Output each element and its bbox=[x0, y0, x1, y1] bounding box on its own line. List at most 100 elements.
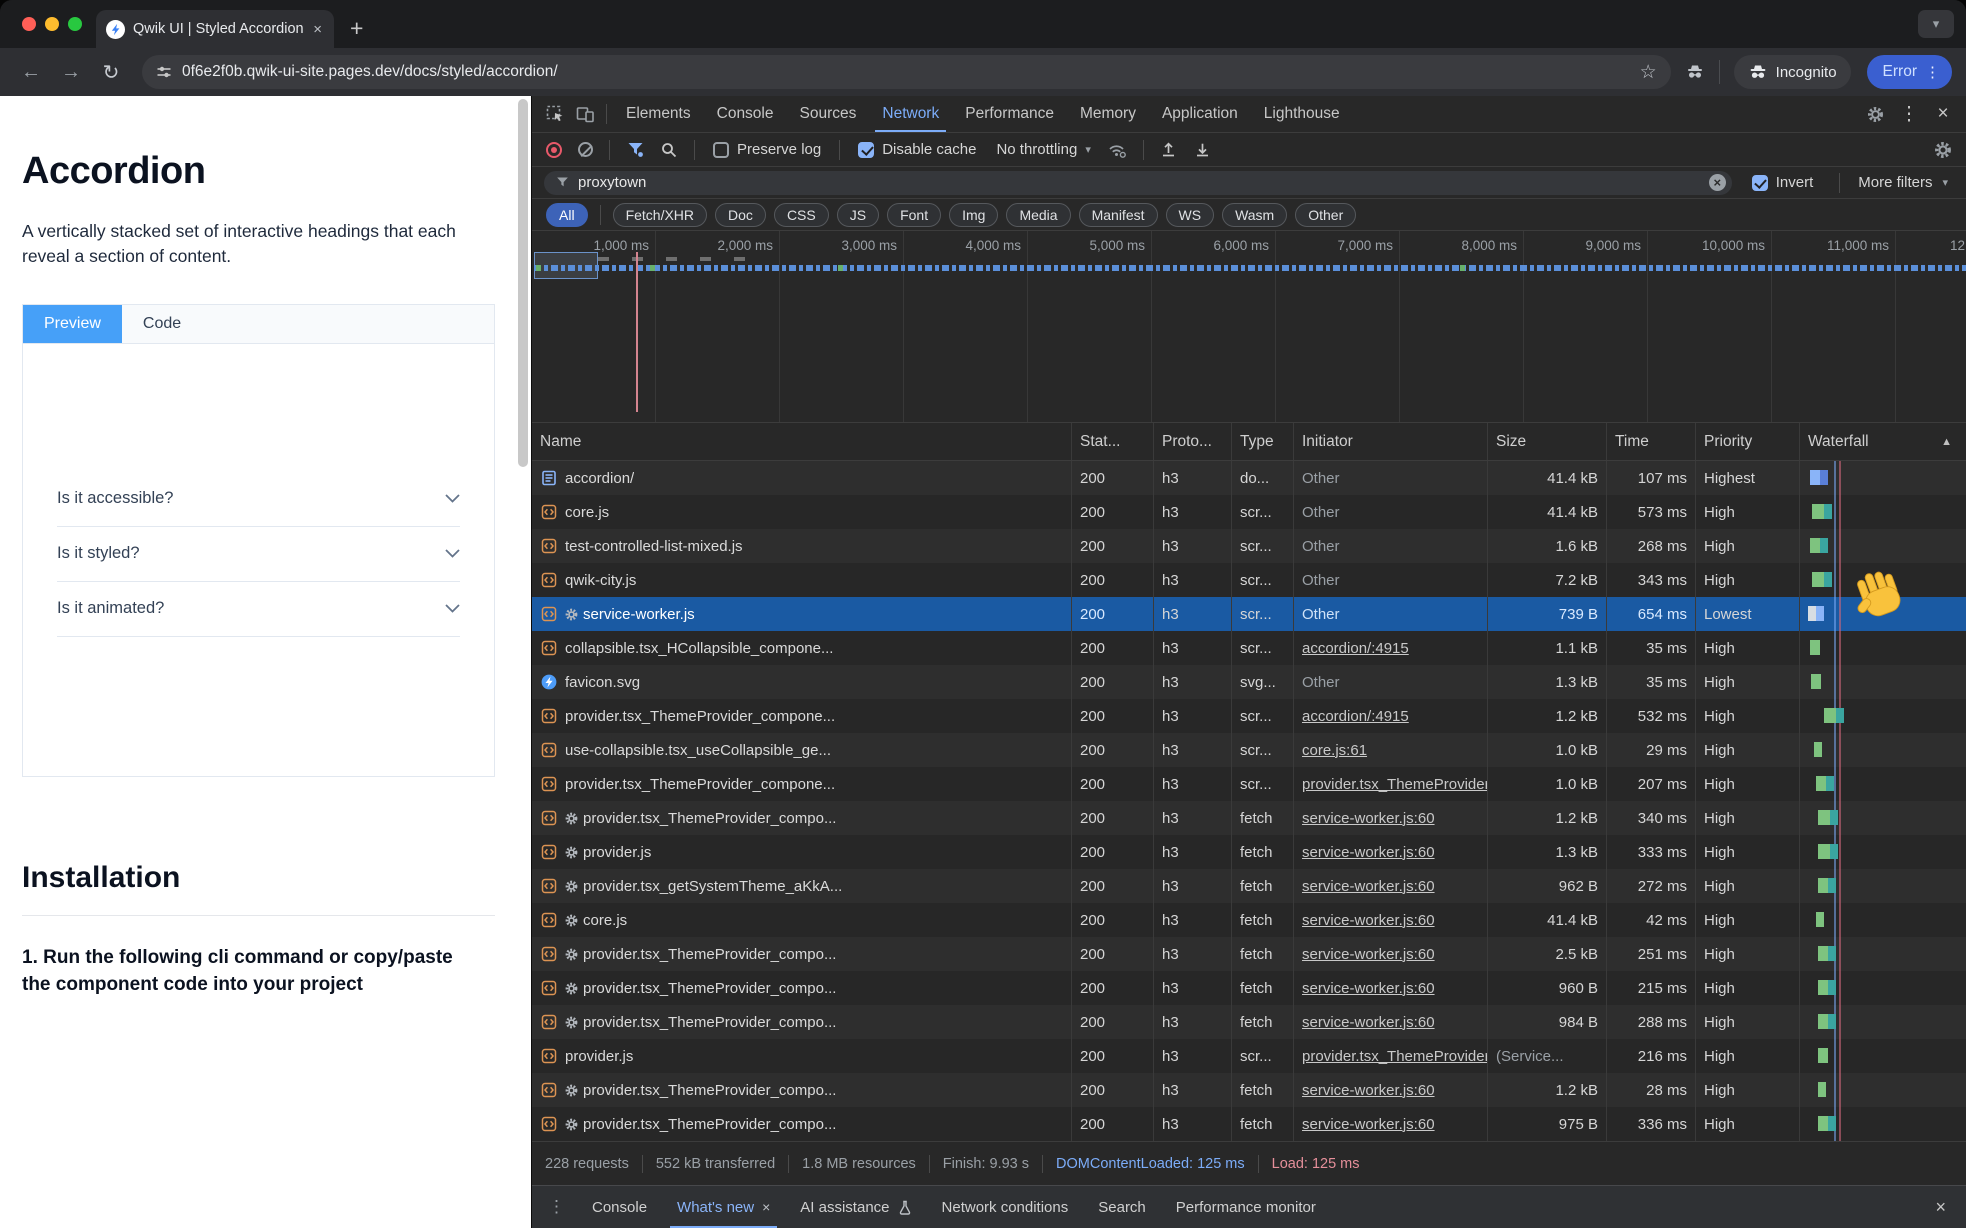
initiator-text[interactable]: Other bbox=[1302, 504, 1340, 521]
network-request-row[interactable]: provider.tsx_ThemeProvider_compo... 200 … bbox=[532, 937, 1966, 971]
initiator-text[interactable]: service-worker.js:60 bbox=[1302, 980, 1435, 997]
initiator-cell[interactable]: service-worker.js:60 bbox=[1294, 1073, 1488, 1107]
initiator-cell[interactable]: provider.tsx_ThemeProvider bbox=[1294, 767, 1488, 801]
new-tab-button[interactable]: + bbox=[350, 15, 363, 42]
initiator-cell[interactable]: Other bbox=[1294, 529, 1488, 563]
network-request-row[interactable]: provider.tsx_getSystemTheme_aKkA... 200 … bbox=[532, 869, 1966, 903]
initiator-text[interactable]: core.js:61 bbox=[1302, 742, 1367, 759]
filter-chip-fetchxhr[interactable]: Fetch/XHR bbox=[613, 203, 707, 227]
network-request-row[interactable]: qwik-city.js 200 h3 scr... Other 7.2 kB … bbox=[532, 563, 1966, 597]
filter-chip-ws[interactable]: WS bbox=[1166, 203, 1215, 227]
drawer-tab-performancemonitor[interactable]: Performance monitor bbox=[1161, 1186, 1331, 1228]
initiator-text[interactable]: service-worker.js:60 bbox=[1302, 1116, 1435, 1133]
inspect-element-icon[interactable] bbox=[540, 101, 570, 127]
initiator-cell[interactable]: service-worker.js:60 bbox=[1294, 801, 1488, 835]
throttling-dropdown[interactable]: No throttling ▾ bbox=[988, 141, 1098, 158]
initiator-cell[interactable]: service-worker.js:60 bbox=[1294, 869, 1488, 903]
filter-text[interactable]: proxytown bbox=[578, 174, 1700, 191]
record-network-log-icon[interactable] bbox=[546, 142, 562, 158]
zoom-window-button[interactable] bbox=[68, 17, 82, 31]
page-scrollbar[interactable] bbox=[518, 99, 528, 467]
devtools-tab-sources[interactable]: Sources bbox=[787, 96, 870, 132]
initiator-text[interactable]: service-worker.js:60 bbox=[1302, 844, 1435, 861]
initiator-text[interactable]: accordion/:4915 bbox=[1302, 640, 1409, 657]
bookmark-star-icon[interactable]: ☆ bbox=[1640, 61, 1657, 84]
drawer-close-icon[interactable]: × bbox=[1915, 1197, 1966, 1218]
initiator-cell[interactable]: core.js:61 bbox=[1294, 733, 1488, 767]
filter-chip-all[interactable]: All bbox=[546, 203, 588, 227]
column-header-time[interactable]: Time bbox=[1607, 423, 1696, 460]
filter-chip-manifest[interactable]: Manifest bbox=[1079, 203, 1158, 227]
network-request-row[interactable]: provider.tsx_ThemeProvider_compo... 200 … bbox=[532, 801, 1966, 835]
initiator-cell[interactable]: provider.tsx_ThemeProvider bbox=[1294, 1039, 1488, 1073]
url-bar[interactable]: 0f6e2f0b.qwik-ui-site.pages.dev/docs/sty… bbox=[142, 55, 1671, 89]
network-request-row[interactable]: provider.tsx_ThemeProvider_compone... 20… bbox=[532, 767, 1966, 801]
initiator-cell[interactable]: service-worker.js:60 bbox=[1294, 903, 1488, 937]
filter-chip-wasm[interactable]: Wasm bbox=[1222, 203, 1287, 227]
network-request-row[interactable]: provider.tsx_ThemeProvider_compone... 20… bbox=[532, 699, 1966, 733]
export-har-icon[interactable] bbox=[1188, 137, 1218, 163]
drawer-tab-networkconditions[interactable]: Network conditions bbox=[927, 1186, 1084, 1228]
filter-funnel-icon[interactable] bbox=[620, 137, 650, 163]
column-header-initiator[interactable]: Initiator bbox=[1294, 423, 1488, 460]
drawer-tab-close-icon[interactable]: × bbox=[762, 1199, 770, 1215]
initiator-cell[interactable]: Other bbox=[1294, 495, 1488, 529]
devtools-tab-performance[interactable]: Performance bbox=[952, 96, 1067, 132]
network-request-row[interactable]: collapsible.tsx_HCollapsible_compone... … bbox=[532, 631, 1966, 665]
network-request-row[interactable]: test-controlled-list-mixed.js 200 h3 scr… bbox=[532, 529, 1966, 563]
network-request-row[interactable]: provider.tsx_ThemeProvider_compo... 200 … bbox=[532, 1073, 1966, 1107]
network-conditions-icon[interactable] bbox=[1103, 137, 1133, 163]
initiator-cell[interactable]: service-worker.js:60 bbox=[1294, 835, 1488, 869]
network-request-row[interactable]: use-collapsible.tsx_useCollapsible_ge...… bbox=[532, 733, 1966, 767]
drawer-menu-icon[interactable]: ⋮ bbox=[532, 1197, 577, 1217]
profile-error-button[interactable]: Error ⋮ bbox=[1867, 55, 1952, 89]
column-header-proto[interactable]: Proto... bbox=[1154, 423, 1232, 460]
accordion-item[interactable]: Is it styled? bbox=[57, 527, 460, 582]
filter-chip-doc[interactable]: Doc bbox=[715, 203, 766, 227]
drawer-tab-console[interactable]: Console bbox=[577, 1186, 662, 1228]
initiator-text[interactable]: service-worker.js:60 bbox=[1302, 1082, 1435, 1099]
devtools-more-options-icon[interactable]: ⋮ bbox=[1894, 103, 1924, 126]
minimize-window-button[interactable] bbox=[45, 17, 59, 31]
column-header-type[interactable]: Type bbox=[1232, 423, 1294, 460]
network-request-row[interactable]: core.js 200 h3 scr... Other 41.4 kB 573 … bbox=[532, 495, 1966, 529]
filter-chip-img[interactable]: Img bbox=[949, 203, 998, 227]
devtools-tab-console[interactable]: Console bbox=[704, 96, 787, 132]
devtools-settings-gear-icon[interactable] bbox=[1860, 101, 1890, 127]
initiator-cell[interactable]: accordion/:4915 bbox=[1294, 631, 1488, 665]
network-request-row[interactable]: provider.tsx_ThemeProvider_compo... 200 … bbox=[532, 1005, 1966, 1039]
checkbox-checked[interactable] bbox=[858, 142, 874, 158]
initiator-cell[interactable]: Other bbox=[1294, 563, 1488, 597]
devtools-tab-memory[interactable]: Memory bbox=[1067, 96, 1149, 132]
device-toolbar-icon[interactable] bbox=[570, 101, 600, 127]
disable-cache-checkbox[interactable]: Disable cache bbox=[850, 141, 984, 158]
tab-close-icon[interactable]: × bbox=[311, 21, 324, 38]
invert-checkbox[interactable]: Invert bbox=[1744, 174, 1822, 191]
forward-icon[interactable]: → bbox=[54, 61, 88, 84]
initiator-cell[interactable]: Other bbox=[1294, 461, 1488, 495]
network-overview-timeline[interactable]: 1,000 ms2,000 ms3,000 ms4,000 ms5,000 ms… bbox=[532, 231, 1966, 423]
column-header-priority[interactable]: Priority bbox=[1696, 423, 1800, 460]
filter-chip-js[interactable]: JS bbox=[837, 203, 879, 227]
initiator-text[interactable]: service-worker.js:60 bbox=[1302, 912, 1435, 929]
filter-chip-css[interactable]: CSS bbox=[774, 203, 829, 227]
initiator-text[interactable]: Other bbox=[1302, 572, 1340, 589]
initiator-text[interactable]: accordion/:4915 bbox=[1302, 708, 1409, 725]
clear-filter-icon[interactable]: × bbox=[1709, 174, 1726, 191]
more-filters-dropdown[interactable]: More filters ▾ bbox=[1858, 174, 1954, 191]
reload-icon[interactable]: ↻ bbox=[94, 60, 128, 85]
network-request-row[interactable]: provider.tsx_ThemeProvider_compo... 200 … bbox=[532, 1107, 1966, 1141]
devtools-tab-lighthouse[interactable]: Lighthouse bbox=[1251, 96, 1353, 132]
filter-chip-media[interactable]: Media bbox=[1006, 203, 1070, 227]
site-settings-icon[interactable] bbox=[156, 64, 172, 80]
drawer-tab-aiassistance[interactable]: AI assistance bbox=[785, 1186, 926, 1228]
url-text[interactable]: 0f6e2f0b.qwik-ui-site.pages.dev/docs/sty… bbox=[182, 63, 1630, 81]
tab-search-chevron-button[interactable]: ▾ bbox=[1918, 10, 1954, 38]
back-icon[interactable]: ← bbox=[14, 61, 48, 84]
search-icon[interactable] bbox=[654, 137, 684, 163]
devtools-tab-application[interactable]: Application bbox=[1149, 96, 1251, 132]
error-menu-icon[interactable]: ⋮ bbox=[1925, 63, 1940, 81]
drawer-tab-search[interactable]: Search bbox=[1083, 1186, 1161, 1228]
network-request-row[interactable]: provider.js 200 h3 fetch service-worker.… bbox=[532, 835, 1966, 869]
initiator-cell[interactable]: Other bbox=[1294, 597, 1488, 631]
